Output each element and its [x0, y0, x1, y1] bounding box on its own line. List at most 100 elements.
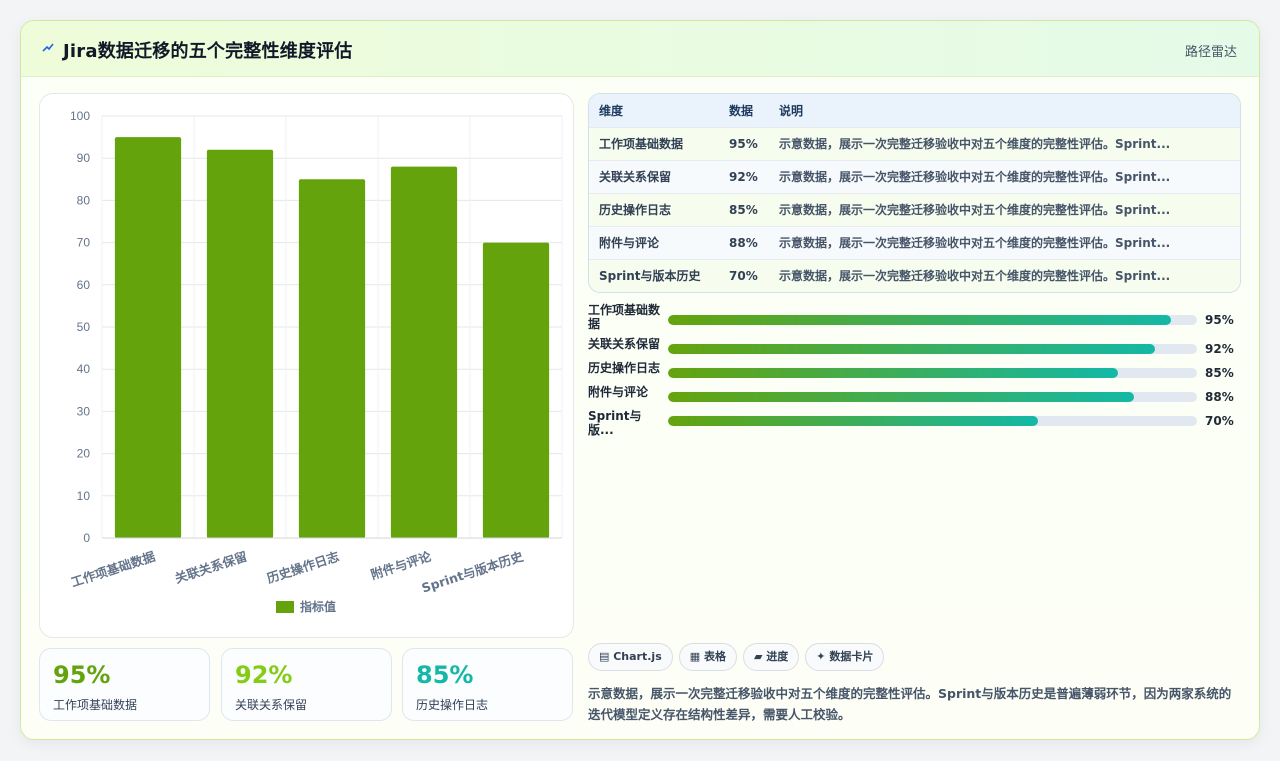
y-tick-label: 30 [77, 404, 91, 418]
table-header-dimension: 维度 [599, 103, 624, 118]
progress-row: 附件与评论 88% [588, 385, 1241, 409]
page-title: Jira数据迁移的五个完整性维度评估 [63, 41, 353, 62]
row-dimension: Sprint与版本历史 [599, 269, 701, 284]
progress-fill [668, 344, 1155, 354]
stat-label: 工作项基础数据 [53, 698, 138, 712]
table-row: 关联关系保留 92% 示意数据，展示一次完整迁移验收中对五个维度的完整性评估。S… [589, 160, 1240, 193]
legend-label: 指标值 [300, 599, 336, 614]
stat-value: 92% [235, 661, 293, 689]
y-tick-label: 60 [77, 278, 91, 292]
x-tick-label: Sprint与版本历史 [420, 548, 526, 595]
bar-chart-svg: 0 10 20 30 40 50 60 70 80 90 100 工作项基础数据 关联关系保留 历史操作日… [69, 109, 563, 614]
progress-row: 工作项基础数据 95% [588, 303, 1241, 337]
chip-data-card[interactable]: ✦ 数据卡片 [805, 643, 885, 671]
bar [390, 166, 458, 538]
progress-label: Sprint与版... [588, 409, 642, 437]
progress-icon: ▰ [753, 650, 767, 663]
progress-track [668, 368, 1197, 378]
row-value: 70% [729, 268, 758, 283]
table-row: 工作项基础数据 95% 示意数据，展示一次完整迁移验收中对五个维度的完整性评估。… [589, 127, 1240, 160]
progress-label: 附件与评论 [588, 385, 649, 399]
progress-value: 88% [1205, 390, 1234, 404]
progress-value: 92% [1205, 342, 1234, 356]
x-tick-label: 附件与评论 [369, 548, 434, 582]
header: Jira数据迁移的五个完整性维度评估 路径雷达 [21, 21, 1259, 77]
chip-label: 数据卡片 [829, 650, 874, 663]
table-header-row: 维度 数据 说明 [589, 94, 1240, 127]
y-tick-label: 70 [77, 236, 91, 250]
table-row: 附件与评论 88% 示意数据，展示一次完整迁移验收中对五个维度的完整性评估。Sp… [589, 226, 1240, 259]
row-description: 示意数据，展示一次完整迁移验收中对五个维度的完整性评估。Sprint... [779, 236, 1171, 250]
x-tick-label: 历史操作日志 [265, 548, 341, 586]
chip-label: 进度 [766, 650, 789, 663]
bar [114, 137, 182, 538]
progress-fill [668, 416, 1039, 426]
progress-track [668, 344, 1197, 354]
data-table: 维度 数据 说明 工作项基础数据 95% 示意数据，展示一次完整迁移验收中对五个… [588, 93, 1241, 293]
row-dimension: 工作项基础数据 [599, 137, 684, 151]
row-value: 85% [729, 202, 758, 217]
progress-value: 70% [1205, 414, 1234, 428]
row-description: 示意数据，展示一次完整迁移验收中对五个维度的完整性评估。Sprint... [779, 203, 1171, 217]
y-tick-label: 100 [70, 109, 90, 123]
row-value: 88% [729, 235, 758, 250]
progress-fill [668, 315, 1171, 325]
sparkle-icon: ✦ [816, 650, 830, 663]
row-value: 92% [729, 169, 758, 184]
chip-label: Chart.js [613, 650, 662, 663]
progress-label: 工作项基础数据 [588, 303, 661, 331]
chip-chartjs[interactable]: ▤ Chart.js [588, 643, 673, 671]
progress-list: 工作项基础数据 95% 关联关系保留 92% 历史操作日志 85% 附件与评论 … [588, 303, 1241, 437]
table-icon: ▦ [689, 650, 704, 663]
row-dimension: 附件与评论 [599, 236, 660, 250]
progress-track [668, 315, 1197, 325]
stat-label: 关联关系保留 [235, 698, 308, 712]
table-row: Sprint与版本历史 70% 示意数据，展示一次完整迁移验收中对五个维度的完整… [589, 259, 1240, 292]
bar [206, 149, 274, 538]
description-note: 示意数据，展示一次完整迁移验收中对五个维度的完整性评估。Sprint与版本历史是… [588, 686, 1232, 722]
progress-row: 关联关系保留 92% [588, 337, 1241, 361]
table-header-description: 说明 [779, 103, 804, 118]
bar [482, 242, 550, 538]
main-card: Jira数据迁移的五个完整性维度评估 路径雷达 0 10 20 30 40 50 60 70 8… [20, 20, 1260, 740]
y-tick-label: 80 [77, 193, 91, 207]
y-tick-label: 50 [77, 320, 91, 334]
progress-row: Sprint与版... 70% [588, 409, 1241, 437]
x-tick-label: 工作项基础数据 [69, 548, 157, 589]
chip-progress[interactable]: ▰ 进度 [742, 643, 800, 671]
x-tick-label: 关联关系保留 [173, 549, 249, 586]
chart-icon: ▤ [599, 650, 614, 663]
y-tick-label: 0 [83, 531, 90, 545]
chip-table[interactable]: ▦ 表格 [678, 643, 737, 671]
progress-row: 历史操作日志 85% [588, 361, 1241, 385]
legend-swatch [276, 601, 294, 613]
stat-value: 95% [53, 661, 111, 689]
y-tick-label: 20 [77, 447, 91, 461]
progress-label: 历史操作日志 [588, 361, 661, 375]
progress-label: 关联关系保留 [588, 337, 661, 351]
row-description: 示意数据，展示一次完整迁移验收中对五个维度的完整性评估。Sprint... [779, 269, 1171, 284]
progress-fill [668, 368, 1118, 378]
stat-label: 历史操作日志 [416, 698, 489, 712]
chip-row: ▤ Chart.js ▦ 表格 ▰ 进度 ✦ 数据卡片 [588, 643, 890, 673]
progress-value: 95% [1205, 313, 1234, 327]
row-dimension: 历史操作日志 [599, 203, 672, 217]
row-dimension: 关联关系保留 [599, 170, 672, 184]
radar-link[interactable]: 路径雷达 [1185, 41, 1237, 60]
bar [298, 179, 366, 539]
table-row: 历史操作日志 85% 示意数据，展示一次完整迁移验收中对五个维度的完整性评估。S… [589, 193, 1240, 226]
row-value: 95% [729, 136, 758, 151]
stat-card: 95% 工作项基础数据 [39, 648, 210, 721]
progress-fill [668, 392, 1134, 402]
y-tick-label: 10 [77, 489, 91, 503]
y-tick-label: 90 [77, 151, 91, 165]
progress-value: 85% [1205, 366, 1234, 380]
y-tick-label: 40 [77, 362, 91, 376]
progress-track [668, 416, 1197, 426]
bar-chart: 0 10 20 30 40 50 60 70 80 90 100 工作项基础数据 关联关系保留 历史操作日… [39, 93, 574, 638]
stat-card: 85% 历史操作日志 [402, 648, 573, 721]
row-description: 示意数据，展示一次完整迁移验收中对五个维度的完整性评估。Sprint... [779, 137, 1171, 151]
stat-card: 92% 关联关系保留 [221, 648, 392, 721]
progress-track [668, 392, 1197, 402]
trend-icon [42, 43, 54, 52]
